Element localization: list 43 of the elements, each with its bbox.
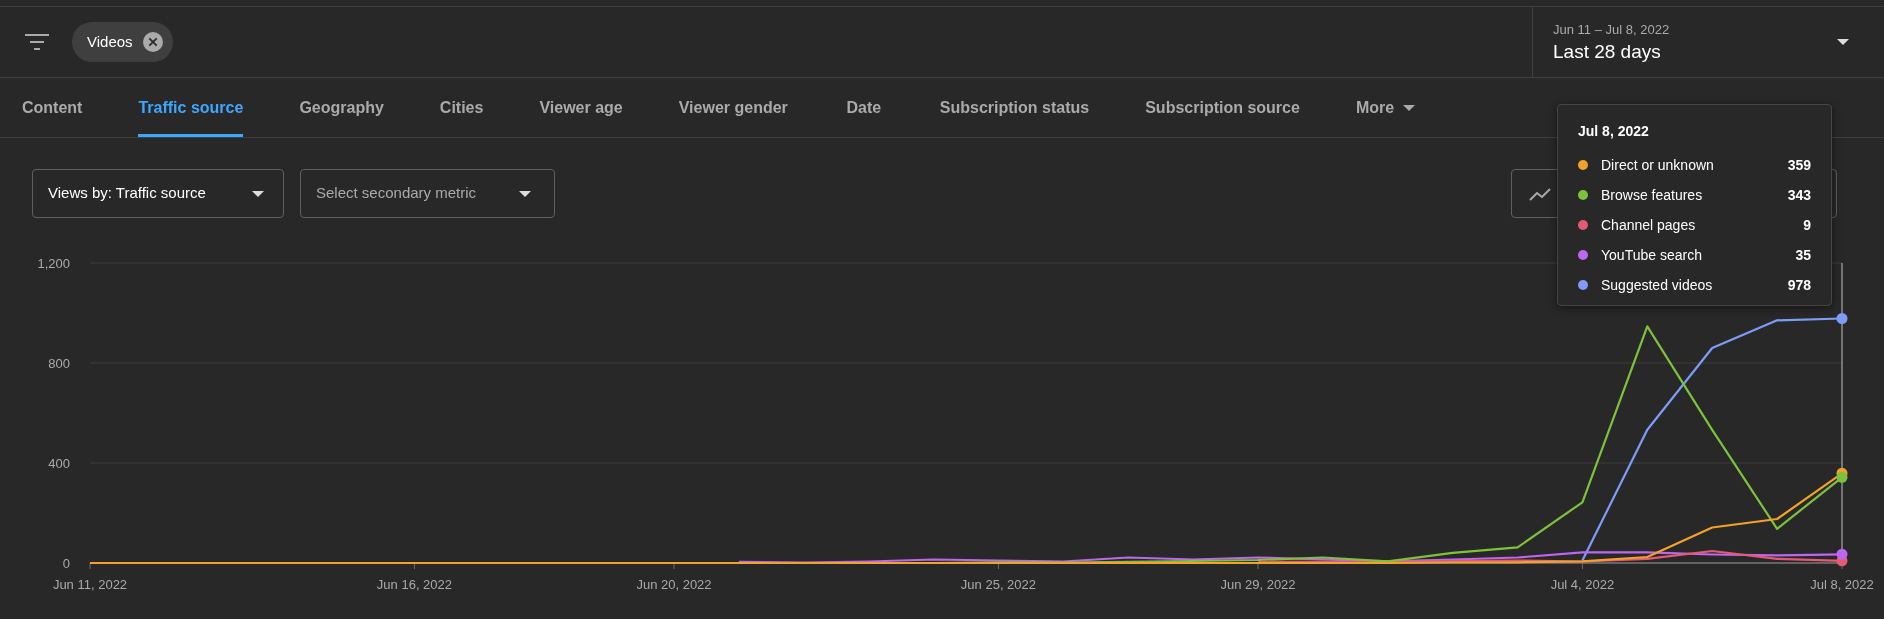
y-axis-label: 800	[48, 355, 70, 371]
x-axis-label: Jun 11, 2022	[52, 577, 128, 592]
x-axis-label: Jul 8, 2022	[1810, 577, 1874, 592]
tooltip-value: 343	[1787, 185, 1811, 205]
caret-icon	[1403, 104, 1416, 111]
tab[interactable]: Traffic source	[110, 78, 272, 137]
tab[interactable]: Viewer age	[511, 78, 651, 137]
y-axis-label: 1,200	[37, 255, 70, 271]
tooltip-series-label: YouTube search	[1601, 245, 1702, 265]
more-button[interactable]: More	[1327, 78, 1444, 137]
x-axis-label: Jun 16, 2022	[376, 577, 453, 592]
tab[interactable]: Viewer gender	[650, 78, 816, 137]
tab[interactable]: Content	[0, 78, 111, 137]
tooltip-series-label: Browse features	[1601, 185, 1703, 205]
tab[interactable]: Cities	[411, 78, 512, 137]
tooltip-series-label: Suggested videos	[1601, 275, 1713, 295]
x-axis-label: Jun 20, 2022	[636, 577, 712, 592]
tooltip-value: 359	[1787, 155, 1811, 175]
tooltip-value: 9	[1803, 215, 1811, 235]
tooltip-series-label: Direct or unknown	[1601, 155, 1714, 175]
tooltip-date: Jul 8, 2022	[1578, 122, 1650, 141]
tooltip-series-label: Channel pages	[1601, 215, 1696, 235]
filter-chip[interactable]: Videos	[72, 22, 173, 62]
secondary-metric-dropdown[interactable]: Select secondary metric	[300, 169, 555, 218]
tab[interactable]: Geography	[271, 78, 412, 137]
x-axis-label: Jun 25, 2022	[960, 577, 1037, 592]
caret-icon	[1837, 39, 1849, 45]
tab[interactable]: Subscription source	[1117, 78, 1328, 137]
x-axis-label: Jul 4, 2022	[1550, 577, 1615, 592]
filter-icon[interactable]	[25, 34, 49, 50]
tab[interactable]: Date	[815, 78, 912, 137]
caret-icon	[519, 190, 531, 197]
close-icon[interactable]	[142, 32, 163, 52]
y-axis-label: 0	[62, 555, 70, 571]
tooltip-value: 35	[1795, 245, 1811, 265]
metric-dropdown[interactable]: Views by: Traffic source	[32, 169, 284, 218]
line-chart-icon	[1529, 186, 1551, 201]
y-axis-label: 400	[48, 455, 70, 471]
caret-icon	[252, 190, 264, 197]
x-axis-label: Jun 29, 2022	[1220, 577, 1296, 592]
tooltip-value: 978	[1787, 275, 1811, 295]
tab[interactable]: Subscription status	[911, 78, 1118, 137]
date-range-dropdown[interactable]: Jun 11 – Jul 8, 2022 Last 28 days	[1532, 7, 1884, 77]
